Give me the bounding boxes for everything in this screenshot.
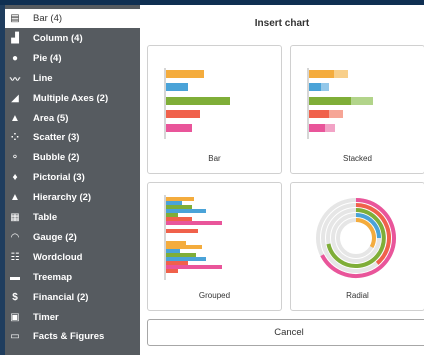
wordcloud-icon: ☷ — [10, 251, 20, 263]
preview-bar — [166, 257, 206, 261]
preview-bar — [321, 83, 329, 91]
chart-option-label: Radial — [346, 291, 369, 300]
sidebar-item-gauge[interactable]: ◠ Gauge (2) — [5, 228, 140, 247]
sidebar-item-table[interactable]: ▦ Table — [5, 208, 140, 227]
sidebar-item-scatter[interactable]: ⁘ Scatter (3) — [5, 128, 140, 147]
preview-bar — [166, 197, 194, 201]
sidebar-item-label: Treemap — [33, 271, 73, 283]
sidebar-item-hierarchy[interactable]: ▲ Hierarchy (2) — [5, 188, 140, 207]
radial-arc — [355, 218, 376, 248]
chart-option-stacked[interactable]: Stacked — [290, 45, 424, 174]
sidebar-item-facts-figures[interactable]: ▭ Facts & Figures — [5, 327, 140, 346]
preview-bar — [166, 221, 222, 225]
sidebar-item-label: Pictorial (3) — [33, 172, 85, 184]
preview-bar — [166, 70, 204, 78]
sidebar-item-label: Column (4) — [33, 32, 83, 44]
sidebar-item-label: Pie (4) — [33, 52, 62, 64]
scatter-chart-icon: ⁘ — [10, 132, 20, 144]
sidebar-item-label: Facts & Figures — [33, 331, 105, 343]
sidebar-item-label: Multiple Axes (2) — [33, 92, 109, 104]
preview-bar — [334, 70, 348, 78]
table-icon: ▦ — [10, 212, 20, 223]
column-chart-icon: ▟ — [11, 32, 19, 44]
chart-option-label: Grouped — [198, 291, 231, 300]
gauge-icon: ◠ — [11, 231, 19, 243]
preview-bar — [166, 261, 188, 265]
preview-bar — [166, 269, 178, 273]
timer-icon: ▣ — [10, 311, 20, 323]
sidebar-item-bubble[interactable]: ⚬ Bubble (2) — [5, 148, 140, 167]
sidebar-item-financial[interactable]: $ Financial (2) — [5, 288, 140, 307]
sidebar-item-label: Hierarchy (2) — [33, 192, 92, 204]
treemap-icon: ▬ — [10, 271, 20, 283]
bar-chart-icon: ▤ — [10, 13, 20, 24]
sidebar-item-label: Line — [33, 72, 53, 84]
sidebar-item-label: Scatter (3) — [33, 132, 80, 144]
preview-bar — [166, 253, 196, 257]
preview-bar — [309, 83, 321, 91]
sidebar-item-label: Gauge (2) — [33, 231, 77, 243]
preview-bar — [309, 110, 329, 118]
preview-bar — [166, 209, 206, 213]
sidebar-item-wordcloud[interactable]: ☷ Wordcloud — [5, 248, 140, 267]
preview-bar — [166, 245, 202, 249]
sidebar-item-label: Wordcloud — [33, 251, 83, 263]
sidebar-item-treemap[interactable]: ▬ Treemap — [5, 268, 140, 287]
chart-option-label: Stacked — [343, 154, 372, 163]
preview-bar — [166, 217, 192, 221]
preview-bar — [166, 97, 230, 105]
financial-icon: $ — [12, 291, 18, 303]
chart-type-sidebar: ▤ Bar (4) ▟ Column (4) ● Pie (4) 〰 Line ◢ Multipl… — [5, 5, 140, 355]
sidebar-item-label: Area (5) — [33, 112, 69, 124]
sidebar-item-pie[interactable]: ● Pie (4) — [5, 49, 140, 68]
chart-option-radial[interactable]: Radial — [290, 182, 424, 311]
chart-option-grouped[interactable]: Grouped — [147, 182, 282, 311]
preview-bar — [166, 241, 186, 245]
preview-bar — [351, 97, 373, 105]
preview-bar — [329, 110, 343, 118]
preview-bar — [325, 124, 335, 132]
sidebar-item-pictorial[interactable]: ♦ Pictorial (3) — [5, 168, 140, 187]
sidebar-item-label: Bubble (2) — [33, 152, 80, 164]
preview-bar — [166, 213, 178, 217]
facts-figures-icon: ▭ — [10, 331, 20, 343]
preview-bar — [166, 201, 182, 205]
chart-option-label: Bar — [208, 154, 221, 163]
preview-bar — [166, 249, 180, 253]
sidebar-item-area[interactable]: ▲ Area (5) — [5, 109, 140, 128]
preview-bar — [309, 97, 351, 105]
sidebar-item-label: Table — [33, 212, 58, 223]
preview-bar — [166, 205, 192, 209]
chart-option-bar[interactable]: Bar — [147, 45, 282, 174]
preview-bar — [166, 124, 192, 132]
preview-bar — [166, 265, 222, 269]
pictorial-chart-icon: ♦ — [12, 172, 18, 184]
preview-bar — [166, 83, 188, 91]
hierarchy-chart-icon: ▲ — [10, 192, 20, 204]
dialog-title: Insert chart — [254, 17, 310, 29]
preview-bar — [309, 70, 334, 78]
line-chart-icon: 〰 — [10, 74, 20, 86]
pie-chart-icon: ● — [11, 52, 19, 64]
area-chart-icon: ▲ — [10, 112, 20, 124]
preview-bar — [309, 124, 325, 132]
preview-bar — [166, 110, 200, 118]
bubble-chart-icon: ⚬ — [10, 152, 20, 164]
insert-chart-dialog: Insert chart Bar Stacked Grouped Radial … — [140, 5, 424, 355]
sidebar-item-timer[interactable]: ▣ Timer — [5, 308, 140, 327]
preview-bar — [166, 229, 198, 233]
sidebar-item-column[interactable]: ▟ Column (4) — [5, 29, 140, 48]
sidebar-item-label: Bar (4) — [33, 13, 63, 24]
sidebar-item-label: Financial (2) — [33, 291, 89, 303]
sidebar-item-bar[interactable]: ▤ Bar (4) — [5, 9, 140, 28]
sidebar-item-line[interactable]: 〰 Line — [5, 69, 140, 88]
multiple-axes-icon: ◢ — [11, 92, 19, 104]
sidebar-item-multiple-axes[interactable]: ◢ Multiple Axes (2) — [5, 89, 140, 108]
cancel-button[interactable]: Cancel — [147, 319, 424, 346]
sidebar-item-label: Timer — [33, 311, 59, 323]
